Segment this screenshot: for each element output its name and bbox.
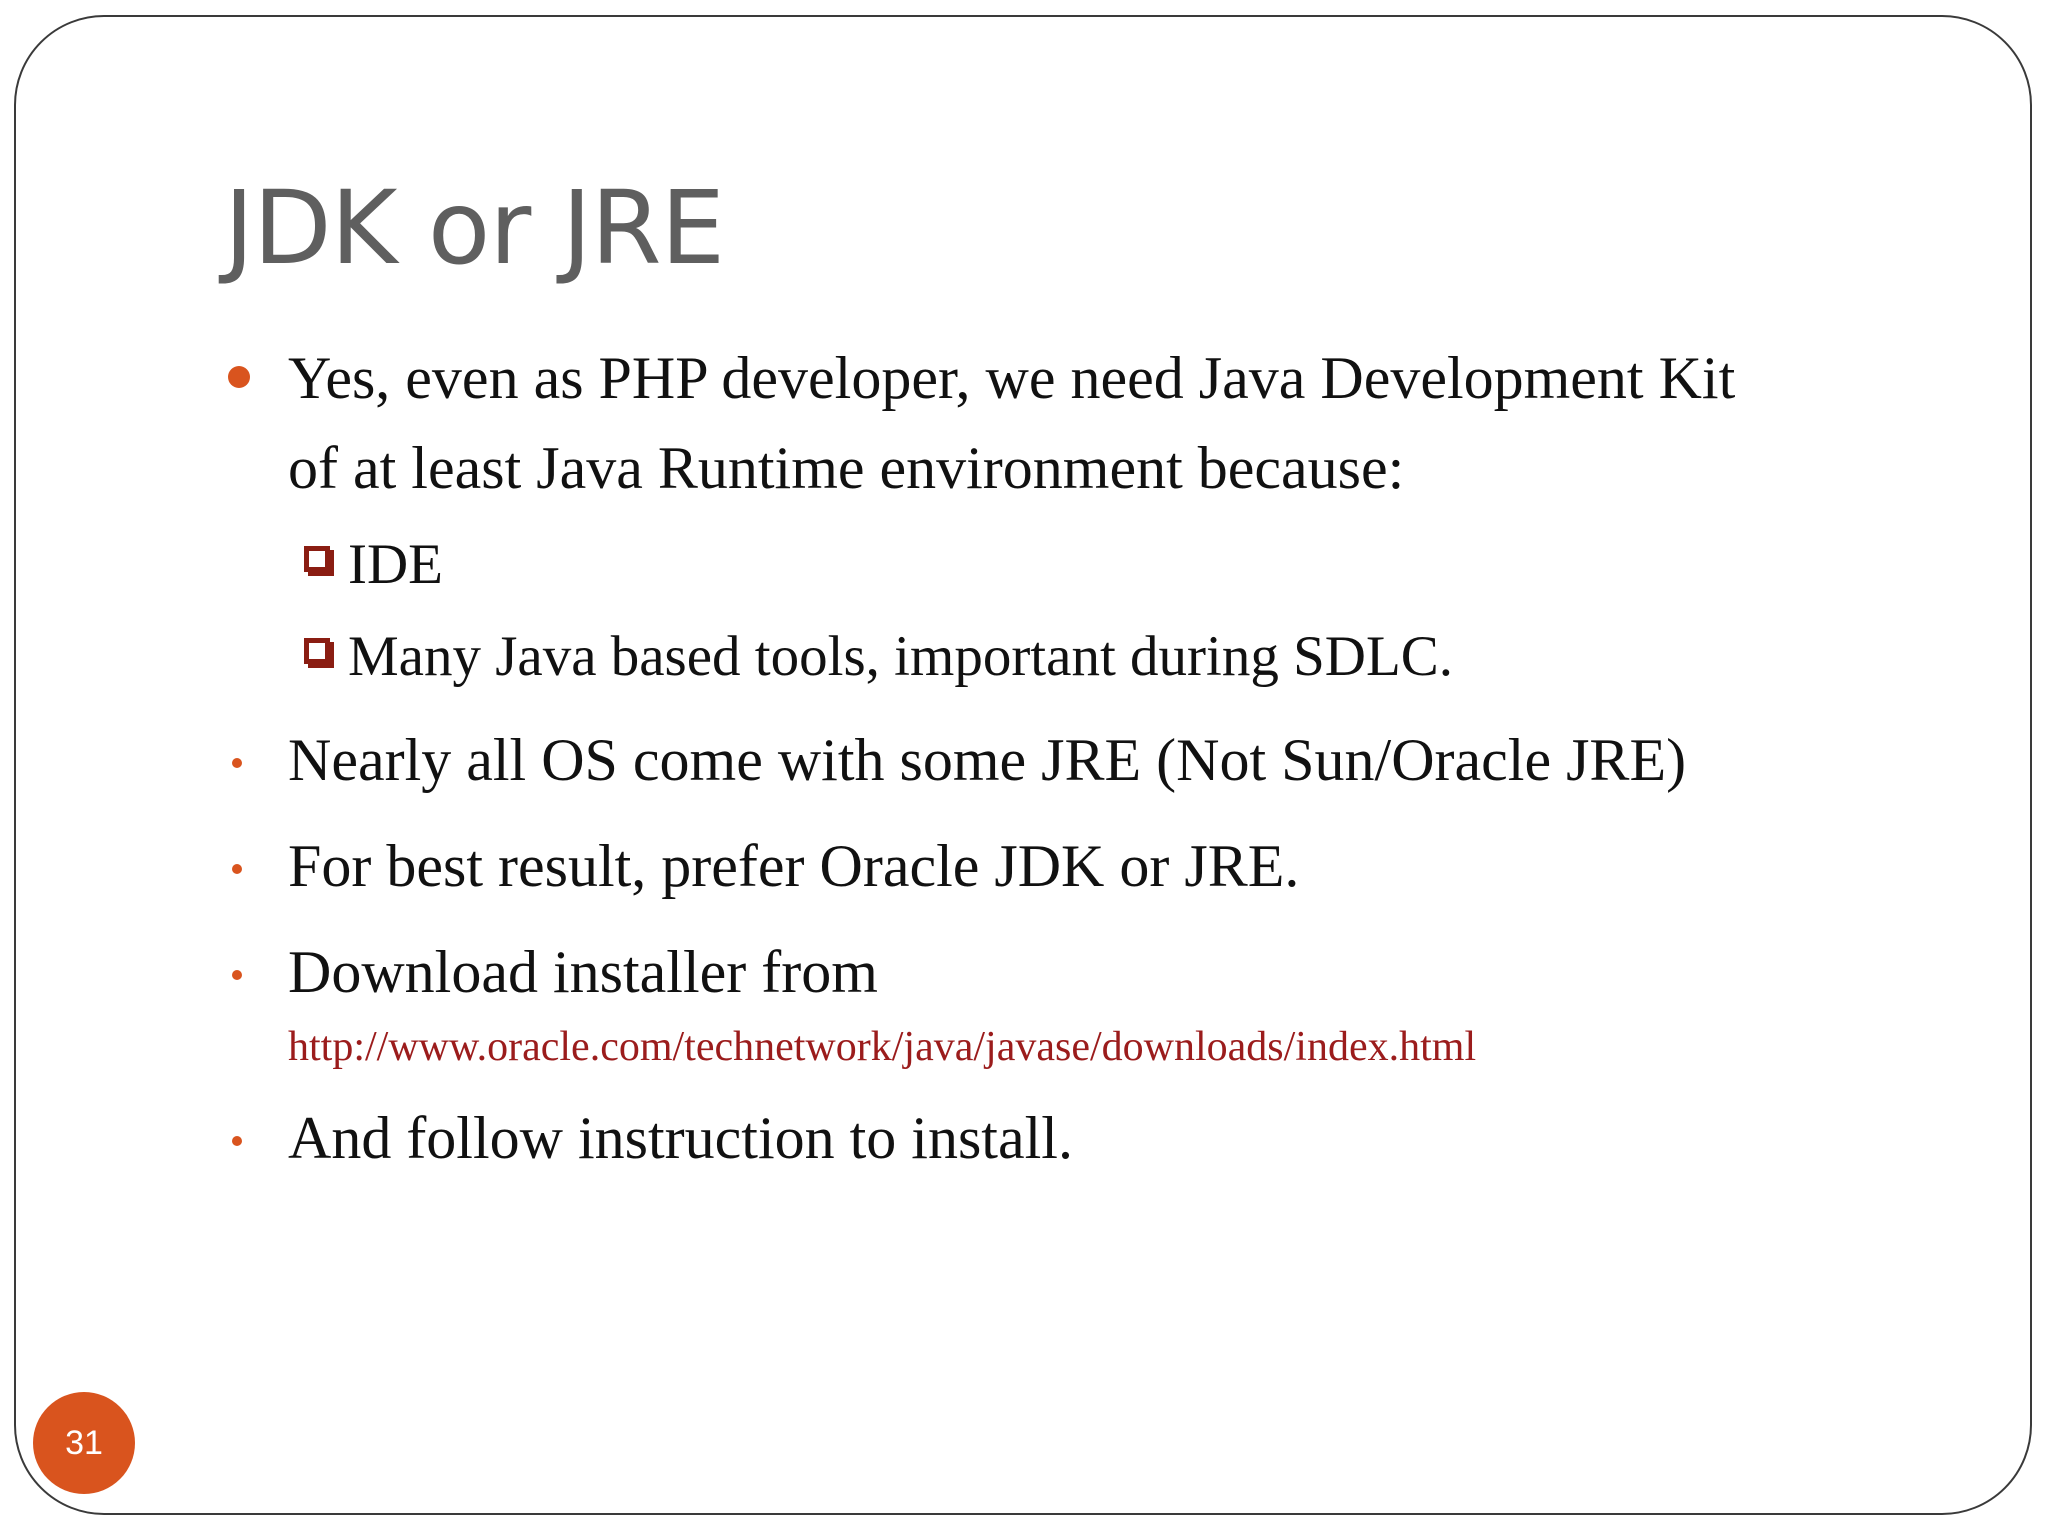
bullet-disc-icon bbox=[228, 366, 250, 388]
bullet-1-line-1: Yes, even as PHP developer, we need Java… bbox=[288, 345, 1736, 411]
download-link[interactable]: http://www.oracle.com/technetwork/java/j… bbox=[288, 1026, 1476, 1068]
bullet-dot-icon bbox=[232, 970, 242, 980]
checkbox-icon bbox=[304, 546, 330, 572]
bullet-5: And follow instruction to install. bbox=[288, 1105, 1073, 1171]
bullet-3: For best result, prefer Oracle JDK or JR… bbox=[288, 833, 1300, 899]
bullet-2: Nearly all OS come with some JRE (Not Su… bbox=[288, 727, 1687, 793]
bullet-4: Download installer from bbox=[288, 939, 878, 1005]
slide-content: Yes, even as PHP developer, we need Java… bbox=[0, 0, 2048, 1536]
page-number-badge: 31 bbox=[33, 1392, 135, 1494]
bullet-dot-icon bbox=[232, 864, 242, 874]
bullet-dot-icon bbox=[232, 1136, 242, 1146]
sub-item-tools: Many Java based tools, important during … bbox=[348, 625, 1454, 688]
checkbox-icon bbox=[304, 638, 330, 664]
bullet-1-line-2: of at least Java Runtime environment bec… bbox=[288, 435, 1405, 501]
bullet-dot-icon bbox=[232, 758, 242, 768]
sub-item-ide: IDE bbox=[348, 533, 443, 596]
